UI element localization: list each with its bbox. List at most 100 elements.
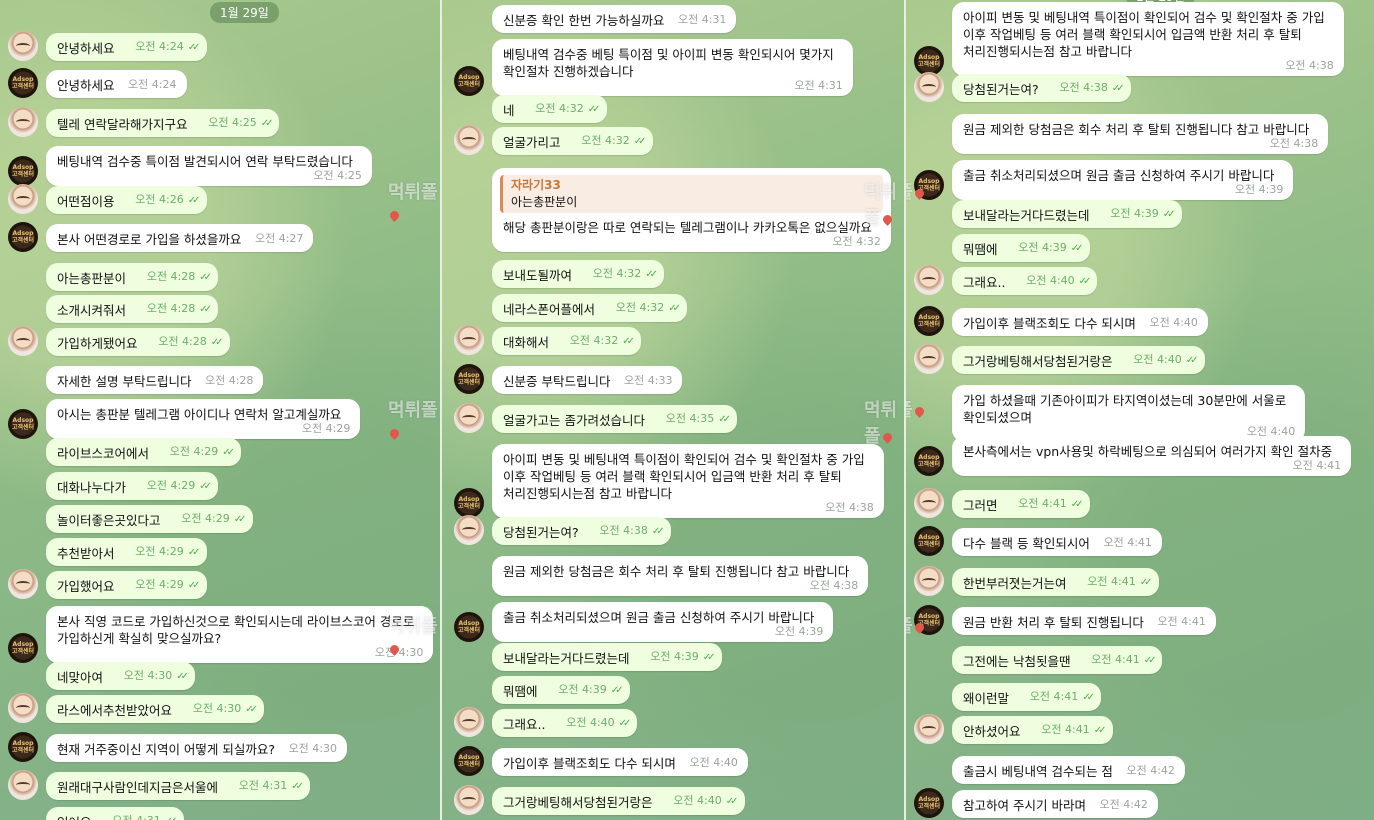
support-avatar[interactable]: Adsop 고객센터: [8, 732, 38, 762]
message-incoming[interactable]: 베팅내역 검수중 베팅 특이점 및 아이피 변동 확인되시어 몇가지 확인절차 …: [492, 39, 853, 96]
message-outgoing[interactable]: 있어요 오전 4:31✓✓: [46, 807, 184, 820]
message-incoming[interactable]: 자라기33 아는총판분이 해당 총판분이랑은 따로 연락되는 텔레그램이나 카카오톡…: [492, 168, 891, 252]
read-check-icon: ✓✓: [651, 526, 665, 537]
user-avatar[interactable]: [454, 707, 484, 737]
message-outgoing[interactable]: 당첨된거는여? 오전 4:38 ✓✓: [952, 74, 1131, 102]
support-avatar[interactable]: Adsop 고객센터: [454, 364, 484, 394]
message-outgoing[interactable]: 어떤점이용 오전 4:26 ✓✓: [46, 186, 207, 214]
message-incoming[interactable]: 신분증 부탁드립니다 오전 4:33: [492, 366, 683, 394]
user-avatar[interactable]: [914, 344, 944, 374]
user-avatar[interactable]: [914, 714, 944, 744]
message-outgoing[interactable]: 안녕하세요 오전 4:24 ✓✓: [46, 33, 207, 61]
support-avatar[interactable]: Adsop 고객센터: [8, 633, 38, 663]
message-incoming[interactable]: 가입이후 블랙조회도 다수 되시며 오전 4:40: [952, 308, 1208, 336]
message-outgoing[interactable]: 대화해서 오전 4:32 ✓✓: [492, 327, 641, 355]
reply-quote[interactable]: 자라기33 아는총판분이: [500, 175, 883, 213]
message-outgoing[interactable]: 그래요.. 오전 4:40 ✓✓: [492, 709, 638, 737]
message-outgoing[interactable]: 가입했어요 오전 4:29 ✓✓: [46, 571, 207, 599]
user-avatar[interactable]: [8, 107, 38, 137]
message-outgoing[interactable]: 그러면 오전 4:41 ✓✓: [952, 490, 1090, 518]
message-incoming[interactable]: 아시는 총판분 텔레그램 아이디나 연락처 알고계실까요 오전 4:29: [46, 399, 361, 439]
support-avatar[interactable]: Adsop 고객센터: [914, 788, 944, 818]
user-avatar[interactable]: [8, 693, 38, 723]
user-avatar[interactable]: [8, 184, 38, 214]
message-outgoing[interactable]: 당첨된거는여? 오전 4:38 ✓✓: [492, 517, 671, 545]
support-avatar[interactable]: Adsop 고객센터: [914, 446, 944, 476]
message-outgoing[interactable]: 원래대구사람인데지금은서울에 오전 4:31 ✓✓: [46, 772, 310, 800]
user-avatar[interactable]: [914, 566, 944, 596]
support-avatar[interactable]: Adsop 고객센터: [454, 746, 484, 776]
message-outgoing[interactable]: 뭐땜에 오전 4:39 ✓✓: [952, 234, 1090, 262]
user-avatar[interactable]: [8, 569, 38, 599]
message-outgoing[interactable]: 보내도될까여 오전 4:32 ✓✓: [492, 260, 664, 288]
message-outgoing[interactable]: 추천받아서 오전 4:29 ✓✓: [46, 538, 207, 566]
support-avatar[interactable]: Adsop 고객센터: [454, 612, 484, 642]
message-outgoing[interactable]: 가입하게됐어요 오전 4:28 ✓✓: [46, 328, 230, 356]
message-incoming[interactable]: 현재 거주중이신 지역이 어떻게 되실까요? 오전 4:30: [46, 734, 348, 762]
user-avatar[interactable]: [454, 125, 484, 155]
support-avatar[interactable]: Adsop 고객센터: [8, 156, 38, 186]
user-avatar[interactable]: [914, 265, 944, 295]
message-incoming[interactable]: 가입이후 블랙조회도 다수 되시며 오전 4:40: [492, 748, 748, 776]
support-avatar[interactable]: Adsop 고객센터: [454, 488, 484, 518]
chat-column-1[interactable]: 1월 29일 안녕하세요 오전 4:24 ✓✓ 안녕하세요 오전 4:24 Adsop 고객…: [0, 0, 440, 820]
message-incoming[interactable]: 자세한 설명 부탁드립니다 오전 4:28: [46, 366, 264, 394]
message-incoming[interactable]: 출금 취소처리되셨으며 원금 출금 신청하여 주시기 바랍니다 오전 4:39: [492, 602, 834, 642]
message-outgoing[interactable]: 한번부러졋는거는여 오전 4:41 ✓✓: [952, 568, 1159, 596]
message-outgoing[interactable]: 라스에서추천받았어요 오전 4:30 ✓✓: [46, 695, 264, 723]
message-outgoing[interactable]: 라이브스코어에서 오전 4:29 ✓✓: [46, 438, 241, 466]
message-outgoing[interactable]: 그전에는 낙첨됫을땐 오전 4:41 ✓✓: [952, 646, 1163, 674]
message-outgoing[interactable]: 소개시켜줘서 오전 4:28 ✓✓: [46, 295, 218, 323]
message-incoming[interactable]: 원금 제외한 당첨금은 회수 처리 후 탈퇴 진행됩니다 참고 바랍니다 오전 4…: [492, 556, 869, 596]
message-incoming[interactable]: 가입 하셨을때 기존아이피가 타지역이셨는데 30분만에 서울로 확인되셨으며 오…: [952, 385, 1306, 442]
message-incoming[interactable]: 베팅내역 검수중 특이점 발견되시어 연락 부탁드렸습니다 오전 4:25: [46, 146, 372, 186]
message-incoming[interactable]: 출금시 베팅내역 검수되는 점 오전 4:42: [952, 756, 1185, 784]
user-avatar[interactable]: [914, 488, 944, 518]
message-outgoing[interactable]: 네맞아여 오전 4:30 ✓✓: [46, 662, 195, 690]
message-outgoing[interactable]: 네라스폰어플에서 오전 4:32 ✓✓: [492, 294, 687, 322]
support-avatar[interactable]: Adsop 고객센터: [8, 409, 38, 439]
user-avatar[interactable]: [8, 770, 38, 800]
user-avatar[interactable]: [914, 72, 944, 102]
user-avatar[interactable]: [8, 31, 38, 61]
message-outgoing[interactable]: 안하셨어요 오전 4:41 ✓✓: [952, 716, 1113, 744]
message-outgoing[interactable]: 아는총판분이 오전 4:28 ✓✓: [46, 263, 218, 291]
message-incoming[interactable]: 아이피 변동 및 베팅내역 특이점이 확인되어 검수 및 확인절차 중 가입 이…: [492, 444, 884, 518]
chat-column-3[interactable]: 1월 29일아이피 변동 및 베팅내역 특이점이 확인되어 검수 및 확인절차 …: [906, 0, 1374, 820]
message-outgoing[interactable]: 텔레 연락달라해가지구요 오전 4:25 ✓✓: [46, 109, 280, 137]
message-outgoing[interactable]: 보내달라는거다드렸는데 오전 4:39 ✓✓: [492, 643, 722, 671]
message-incoming[interactable]: 신분증 확인 한번 가능하실까요 오전 4:31: [492, 5, 737, 33]
message-incoming[interactable]: 참고하여 주시기 바라며 오전 4:42: [952, 790, 1158, 818]
message-incoming[interactable]: 본사측에서는 vpn사용및 하락베팅으로 의심되어 여러가지 확인 절차중 오전 …: [952, 436, 1352, 476]
message-incoming[interactable]: 다수 블랙 등 확인되시어 오전 4:41: [952, 528, 1162, 556]
message-outgoing[interactable]: 그거랑베팅해서당첨된거랑은 오전 4:40 ✓✓: [952, 346, 1205, 374]
user-avatar[interactable]: [454, 515, 484, 545]
message-incoming[interactable]: 원금 제외한 당첨금은 회수 처리 후 탈퇴 진행됩니다 참고 바랍니다 오전 4…: [952, 114, 1329, 154]
chat-column-2[interactable]: 신분증 확인 한번 가능하실까요 오전 4:31 베팅내역 검수중 베팅 특이점 및…: [442, 0, 904, 820]
user-avatar[interactable]: [454, 325, 484, 355]
user-avatar[interactable]: [454, 785, 484, 815]
message-outgoing[interactable]: 대화나누다가 오전 4:29 ✓✓: [46, 472, 218, 500]
support-avatar[interactable]: Adsop 고객센터: [454, 66, 484, 96]
support-avatar[interactable]: Adsop 고객센터: [914, 306, 944, 336]
message-outgoing[interactable]: 네 오전 4:32 ✓✓: [492, 95, 607, 123]
message-outgoing[interactable]: 그거랑베팅해서당첨된거랑은 오전 4:40 ✓✓: [492, 787, 745, 815]
message-outgoing[interactable]: 얼굴가리고 오전 4:32 ✓✓: [492, 127, 653, 155]
user-avatar[interactable]: [8, 326, 38, 356]
message-incoming[interactable]: 출금 취소처리되셨으며 원금 출금 신청하여 주시기 바랍니다 오전 4:39: [952, 160, 1294, 200]
message-outgoing[interactable]: 왜이런말 오전 4:41 ✓✓: [952, 683, 1101, 711]
message-outgoing[interactable]: 보내달라는거다드렸는데 오전 4:39 ✓✓: [952, 200, 1182, 228]
message-incoming[interactable]: 안녕하세요 오전 4:24: [46, 70, 187, 98]
user-avatar[interactable]: [454, 403, 484, 433]
support-avatar[interactable]: Adsop 고객센터: [914, 526, 944, 556]
message-outgoing[interactable]: 얼굴가고는 좀가려섰습니다 오전 4:35 ✓✓: [492, 405, 737, 433]
message-outgoing[interactable]: 그래요.. 오전 4:40 ✓✓: [952, 267, 1098, 295]
message-incoming[interactable]: 아이피 변동 및 베팅내역 특이점이 확인되어 검수 및 확인절차 중 가입 이…: [952, 2, 1344, 76]
support-avatar[interactable]: Adsop 고객센터: [8, 68, 38, 98]
message-outgoing[interactable]: 뭐땜에 오전 4:39 ✓✓: [492, 676, 630, 704]
message-incoming[interactable]: 원금 반환 처리 후 탈퇴 진행됩니다 오전 4:41: [952, 607, 1216, 635]
message-incoming[interactable]: 본사 어떤경로로 가입을 하셨을까요 오전 4:27: [46, 224, 314, 252]
message-incoming[interactable]: 본사 직영 코드로 가입하신것으로 확인되시는데 라이브스코어 경로로 가입하신…: [46, 606, 434, 663]
message-outgoing[interactable]: 놀이터좋은곳있다고 오전 4:29 ✓✓: [46, 505, 253, 533]
support-avatar[interactable]: Adsop 고객센터: [8, 222, 38, 252]
